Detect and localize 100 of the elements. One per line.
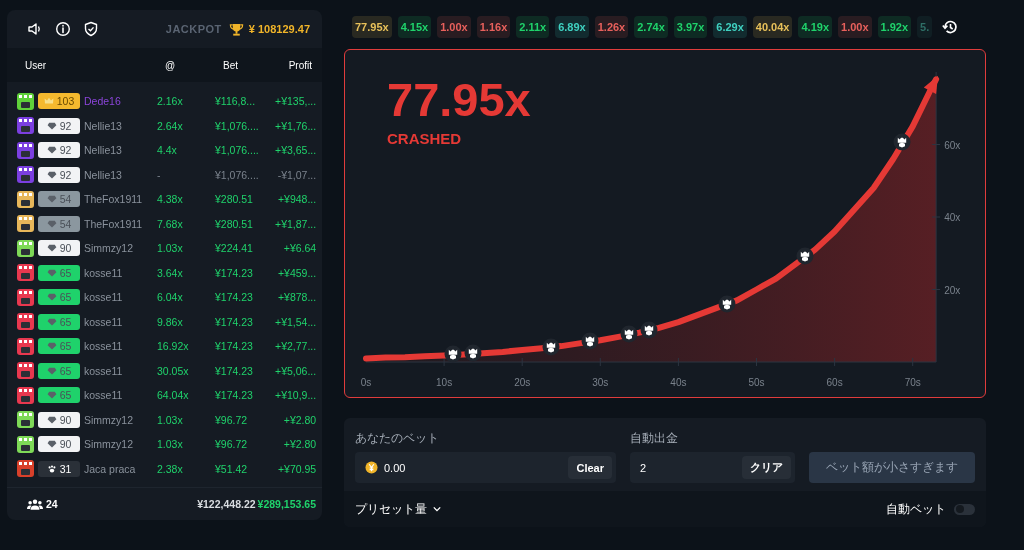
profit-cell-text: +¥459... xyxy=(276,266,317,279)
history-chip[interactable]: 1.16x xyxy=(476,16,511,38)
username: kosse11 xyxy=(84,315,123,328)
username: kosse11 xyxy=(84,389,123,402)
username: Nellie13 xyxy=(84,119,122,132)
history-chip[interactable]: 1.00x xyxy=(838,16,872,38)
preset-dropdown[interactable]: プリセット量 xyxy=(355,500,441,518)
trophy-icon xyxy=(228,21,244,37)
multiplier-cell-text: 1.03x xyxy=(157,413,184,426)
auto-bet-label: 自動ベット xyxy=(886,500,946,518)
username: TheFox1911 xyxy=(84,193,143,206)
crash-multiplier: 77.95x xyxy=(387,76,531,123)
level-badge: 90 xyxy=(38,436,80,453)
username: TheFox1911 xyxy=(84,217,143,230)
profit-cell: +¥10,9... xyxy=(275,389,317,402)
level-badge: 54 xyxy=(38,215,80,232)
username: kosse11 xyxy=(84,291,123,304)
profit-cell: +¥1,76... xyxy=(275,119,317,132)
bet-cell-text: ¥51.42 xyxy=(215,462,249,475)
profit-cell-text: +¥2.80 xyxy=(282,438,317,451)
bet-cell-text: ¥280.51 xyxy=(215,193,254,206)
auto-cashout-field[interactable]: 2 クリア xyxy=(630,452,795,483)
history-chip[interactable]: 77.95x xyxy=(352,16,392,38)
auto-bet-toggle[interactable] xyxy=(954,503,975,515)
bet-cell-text: ¥1,076.... xyxy=(215,144,260,157)
history-chip[interactable]: 2.11x xyxy=(516,16,550,38)
bet-cell-text: ¥174.23 xyxy=(215,389,254,402)
chevron-down-icon xyxy=(433,506,441,512)
profit-cell-text: +¥6.64 xyxy=(282,242,317,255)
x-tick-label: 10s xyxy=(435,376,452,388)
username: Nellie13 xyxy=(84,144,122,157)
bet-cell-text: ¥96.72 xyxy=(215,413,249,426)
username: Dede16 xyxy=(84,95,121,108)
bet-cell-text: ¥174.23 xyxy=(215,266,254,279)
x-tick-label: 60s xyxy=(826,376,843,388)
level-badge: 65 xyxy=(38,289,80,306)
player-marker-icon xyxy=(717,294,736,313)
history-chip[interactable]: 3.97x xyxy=(673,16,708,38)
clear-button[interactable]: Clear xyxy=(568,456,612,479)
total-profit: ¥289,153.65 xyxy=(257,498,316,510)
username: Simmzy12 xyxy=(84,242,133,255)
level-badge: 92 xyxy=(38,166,80,183)
history-chip[interactable]: 40.04x xyxy=(752,16,793,38)
yen-coin-icon xyxy=(365,461,378,474)
profit-cell-text: +¥878... xyxy=(276,291,317,304)
column-header: User xyxy=(24,59,48,71)
bet-cell-text: ¥280.51 xyxy=(215,217,254,230)
shield-icon[interactable] xyxy=(83,21,99,37)
username: Simmzy12 xyxy=(84,413,133,426)
bet-cell-text: ¥174.23 xyxy=(215,315,254,328)
level-badge: 90 xyxy=(38,411,80,428)
column-header: @ xyxy=(165,59,177,71)
history-icon[interactable] xyxy=(942,19,959,35)
profit-cell: +¥1,54... xyxy=(275,315,317,328)
multiplier-cell-text: 64.04x xyxy=(157,389,190,402)
multiplier-cell-text: 4.4x xyxy=(157,144,178,157)
history-chip[interactable]: 1.92x xyxy=(877,16,912,38)
field-label: 自動出金 xyxy=(630,430,679,447)
users-icon xyxy=(27,498,43,510)
player-marker-icon xyxy=(444,345,463,364)
multiplier-cell-text: 4.38x xyxy=(157,193,184,206)
history-chip[interactable]: 2.74x xyxy=(634,16,668,38)
x-tick-label: 40s xyxy=(669,376,686,388)
history-chip[interactable]: 1.00x xyxy=(437,16,471,38)
player-marker-icon xyxy=(639,320,658,339)
player-marker-icon xyxy=(463,344,482,363)
sound-icon[interactable] xyxy=(27,21,43,37)
player-marker-icon xyxy=(893,133,912,152)
jackpot-label: JACKPOT xyxy=(165,23,222,35)
player-marker-icon xyxy=(795,247,814,266)
info-icon[interactable] xyxy=(55,21,71,37)
bet-cell-text: ¥96.72 xyxy=(215,438,249,451)
history-chip[interactable]: 6.89x xyxy=(555,16,589,38)
y-tick-label: 40x xyxy=(943,211,960,223)
bet-amount-field[interactable]: 0.00 Clear xyxy=(355,452,616,483)
history-chip[interactable]: 6.29x xyxy=(713,16,747,38)
x-tick-label: 50s xyxy=(747,376,765,388)
username: Jaca praca xyxy=(84,462,136,475)
history-chip[interactable]: 1.26x xyxy=(594,16,629,38)
player-marker-icon xyxy=(581,332,600,351)
player-marker-icon xyxy=(542,337,560,356)
bet-cell-text: ¥174.23 xyxy=(215,364,254,377)
level-badge: 92 xyxy=(38,142,80,159)
auto-cashout-value: 2 xyxy=(640,461,648,474)
username: Simmzy12 xyxy=(84,438,133,451)
level-badge: 65 xyxy=(38,387,80,404)
level-badge: 65 xyxy=(38,264,80,281)
username: Nellie13 xyxy=(84,168,122,181)
multiplier-cell-text: 30.05x xyxy=(157,364,190,377)
clear-button[interactable]: クリア xyxy=(742,456,791,479)
history-chip[interactable]: 4.19x xyxy=(798,16,832,38)
bet-value: 0.00 xyxy=(384,461,407,474)
x-tick-label: 20s xyxy=(513,376,530,388)
y-tick-label: 60x xyxy=(943,139,960,150)
player-count: 24 xyxy=(46,498,58,510)
profit-cell: +¥1,87... xyxy=(275,217,317,230)
history-chip[interactable]: 4.15x xyxy=(397,16,432,38)
total-bet: ¥122,448.22 xyxy=(197,498,256,510)
crash-status: CRASHED xyxy=(387,130,463,147)
profit-cell: +¥135,... xyxy=(275,95,317,108)
